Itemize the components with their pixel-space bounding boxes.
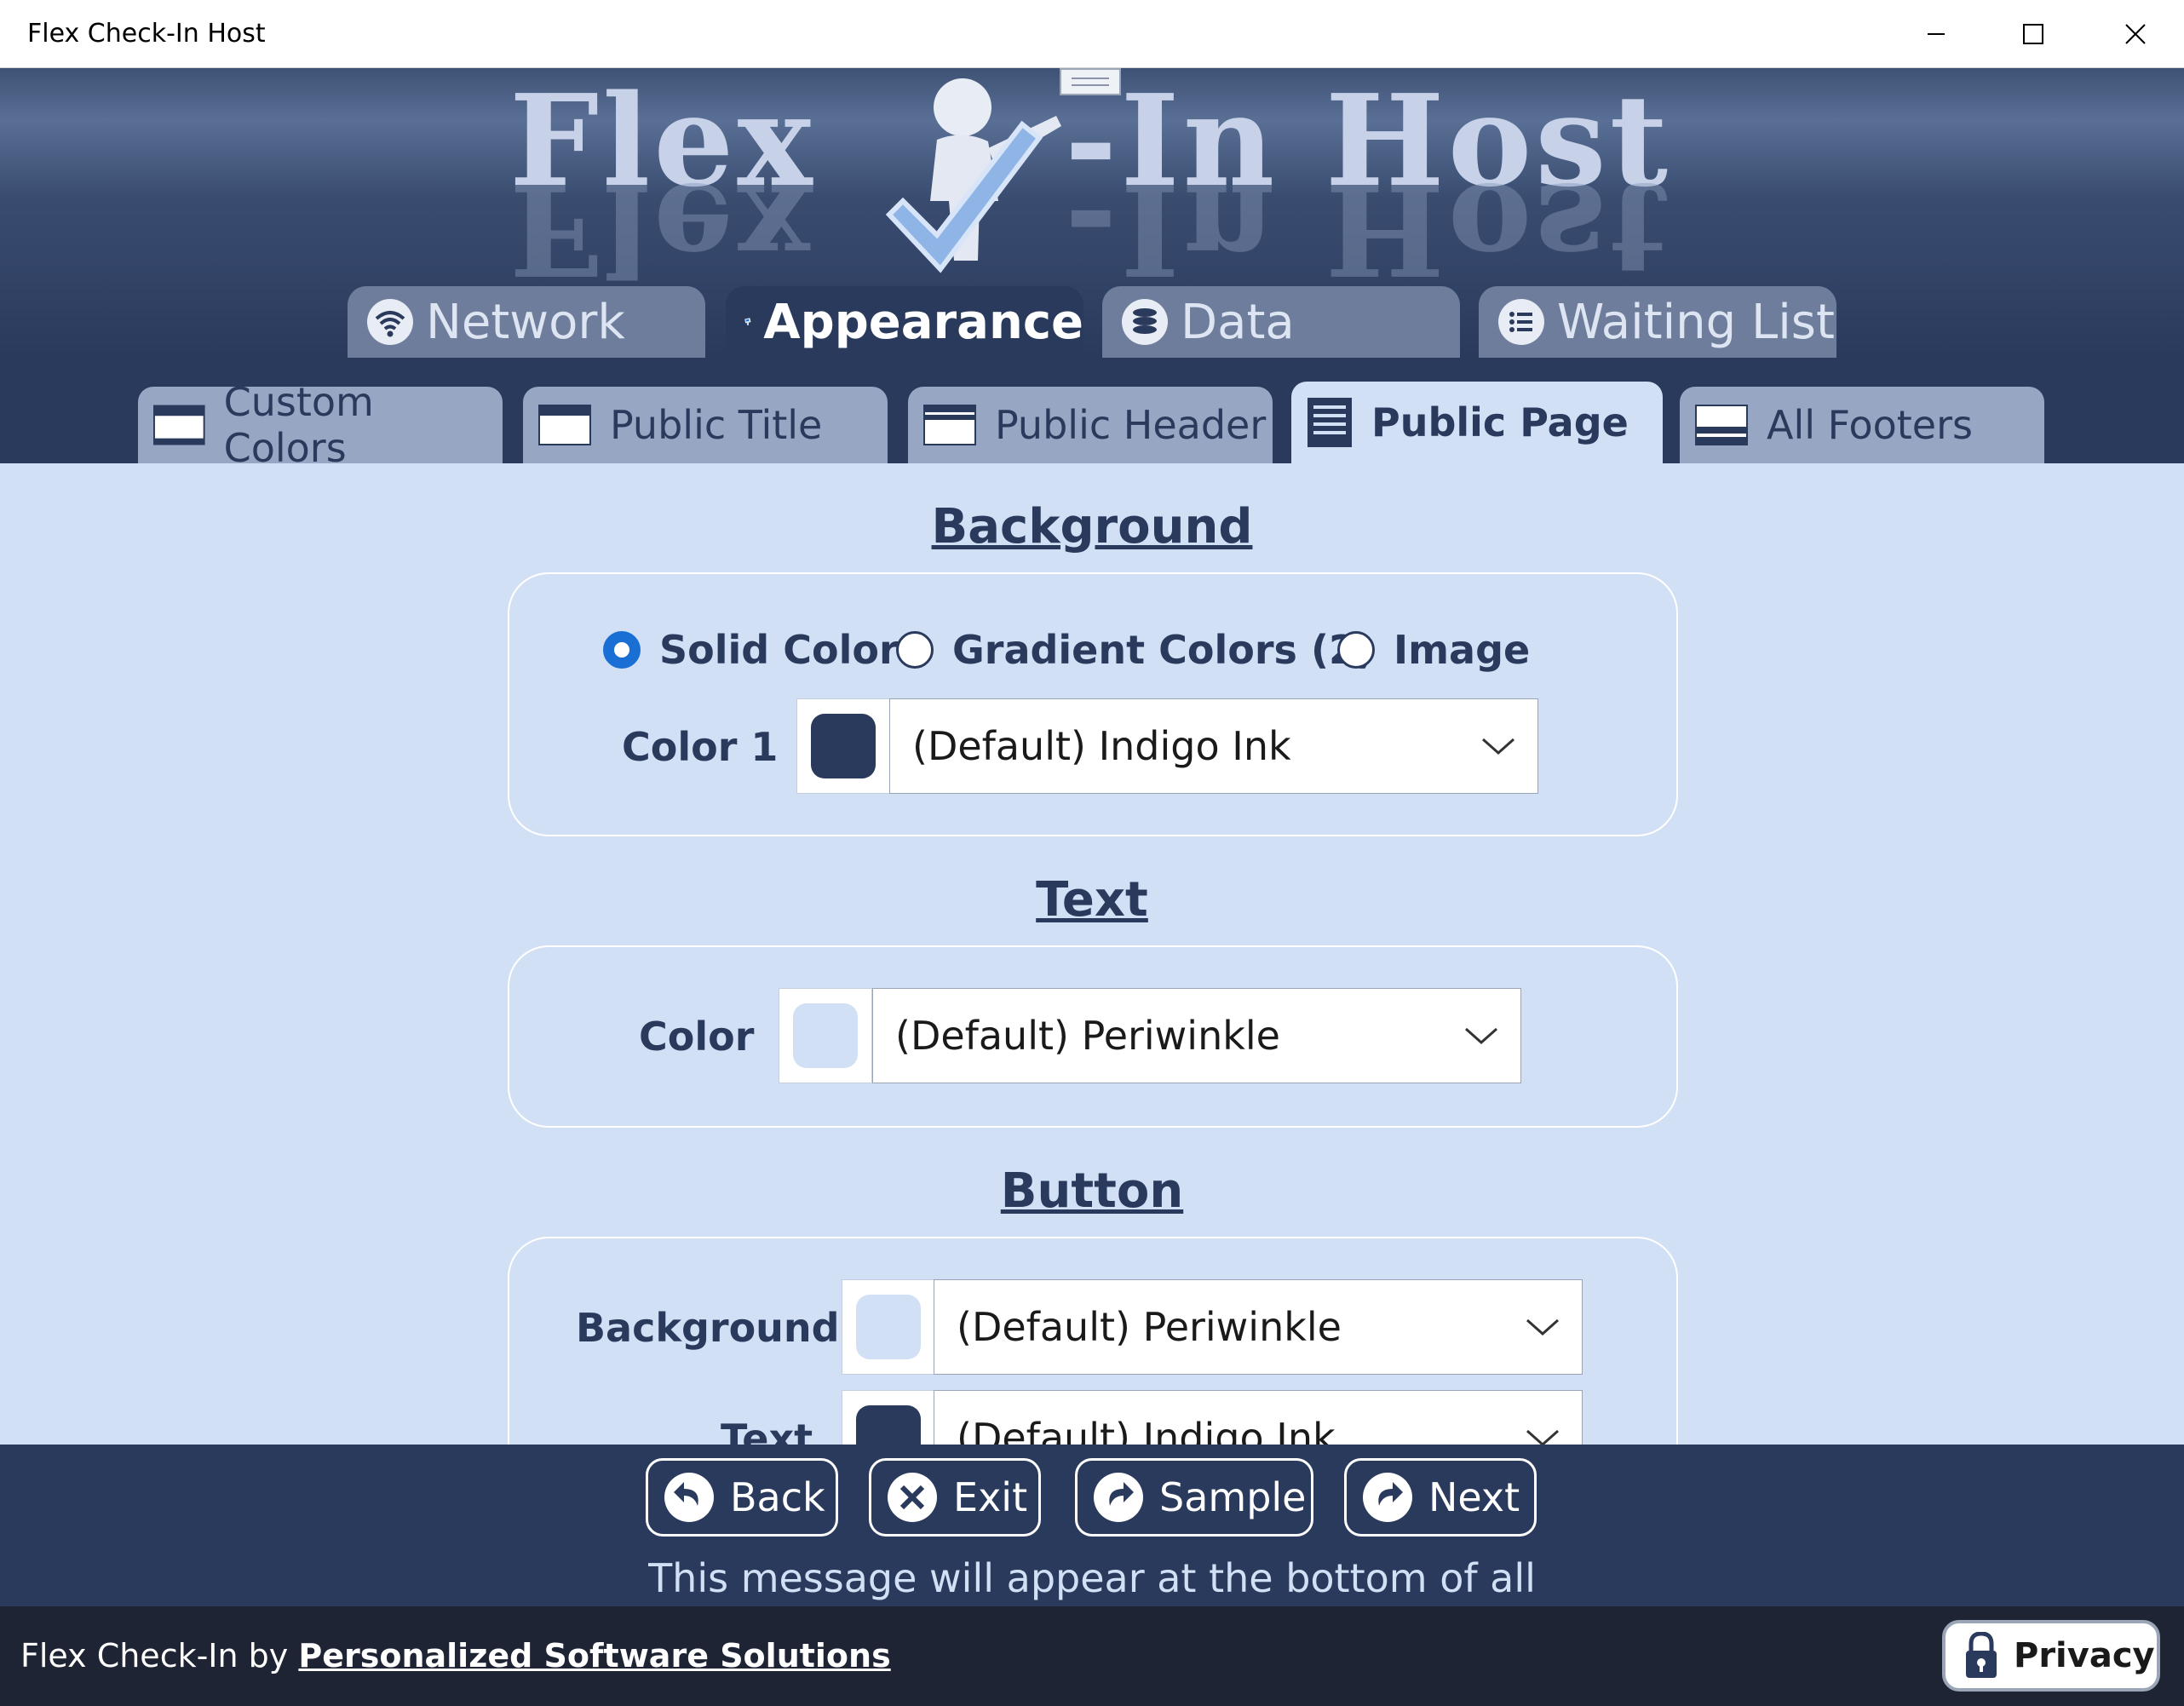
dropdown-value: (Default) Indigo Ink — [957, 1415, 1336, 1445]
lock-icon — [1966, 1632, 1997, 1678]
tab-label: Public Header — [995, 402, 1267, 448]
sign-icon — [1060, 68, 1121, 95]
tab-label: Appearance — [763, 294, 1083, 350]
tab-label: Public Page — [1371, 399, 1629, 445]
settings-content: Background Solid Color Gradient Colors (… — [0, 463, 2184, 1445]
mascot-checkmark-icon — [885, 78, 1061, 273]
window-layout-icon — [538, 405, 591, 445]
tab-data[interactable]: Data — [1102, 286, 1460, 358]
button-background-label: Background — [576, 1305, 840, 1351]
text-color-dropdown[interactable]: (Default) Periwinkle — [872, 988, 1521, 1083]
button-background-dropdown[interactable]: (Default) Periwinkle — [934, 1279, 1583, 1375]
color1-dropdown[interactable]: (Default) Indigo Ink — [889, 698, 1538, 794]
close-button[interactable] — [2087, 0, 2184, 68]
exit-button[interactable]: Exit — [869, 1458, 1041, 1537]
dropdown-value: (Default) Periwinkle — [895, 1013, 1280, 1059]
next-button[interactable]: Next — [1344, 1458, 1537, 1537]
color-swatch — [811, 714, 876, 778]
chevron-down-icon — [1465, 1027, 1497, 1045]
page-layout-icon — [1308, 398, 1352, 447]
tab-label: Waiting List — [1557, 294, 1835, 350]
chevron-down-icon — [1526, 1429, 1559, 1445]
color-swatch — [856, 1405, 921, 1445]
radio-label: Gradient Colors (2) — [952, 627, 1374, 673]
forward-arrow-icon — [1094, 1473, 1143, 1522]
window-layout-icon — [153, 405, 205, 445]
button-label: Exit — [953, 1474, 1028, 1520]
forward-arrow-icon — [1363, 1473, 1412, 1522]
maximize-button[interactable] — [1985, 0, 2082, 68]
company-link[interactable]: Personalized Software Solutions — [298, 1637, 890, 1674]
radio-solid-color[interactable]: Solid Color — [603, 627, 899, 673]
background-section-title: Background — [931, 499, 1253, 554]
tab-label: Custom Colors — [223, 379, 374, 471]
back-arrow-icon — [664, 1473, 714, 1522]
dropdown-value: (Default) Periwinkle — [957, 1304, 1342, 1350]
credit-text: Flex Check-In by Personalized Software S… — [20, 1637, 891, 1674]
tab-label: Public Title — [610, 402, 823, 448]
button-text-swatch-button[interactable] — [842, 1390, 935, 1445]
color-swatch — [856, 1295, 921, 1359]
text-section-title: Text — [1036, 872, 1148, 928]
credit-prefix: Flex Check-In by — [20, 1637, 289, 1674]
tab-network[interactable]: Network — [348, 286, 705, 358]
button-label: Back — [730, 1474, 825, 1520]
text-color-swatch-button[interactable] — [779, 988, 872, 1083]
color1-label: Color 1 — [622, 724, 779, 770]
wifi-icon — [367, 299, 413, 345]
tab-all-footers[interactable]: All Footers — [1680, 387, 2044, 463]
minimize-icon — [1928, 33, 1945, 35]
close-circle-icon — [888, 1473, 937, 1522]
window-title: Flex Check-In Host — [27, 19, 266, 49]
back-button[interactable]: Back — [646, 1458, 838, 1537]
window-layout-icon — [1695, 405, 1748, 445]
tab-label: Network — [426, 294, 625, 350]
tab-public-page[interactable]: Public Page — [1291, 382, 1663, 463]
tab-label: All Footers — [1767, 402, 1973, 448]
text-color-label: Color — [639, 1014, 755, 1060]
window-layout-icon — [923, 405, 976, 445]
button-text-label: Text — [721, 1416, 813, 1445]
radio-image[interactable]: Image — [1337, 627, 1530, 673]
button-label: Next — [1428, 1474, 1520, 1520]
button-text-dropdown[interactable]: (Default) Indigo Ink — [934, 1390, 1583, 1445]
button-background-swatch-button[interactable] — [842, 1279, 935, 1375]
title-bar — [0, 0, 2184, 68]
sample-button[interactable]: Sample — [1075, 1458, 1313, 1537]
radio-indicator — [896, 631, 934, 669]
database-icon — [1122, 299, 1168, 345]
tab-custom-colors[interactable]: Custom Colors — [138, 379, 503, 471]
radio-label: Solid Color — [659, 627, 899, 673]
tab-label: Data — [1181, 294, 1295, 350]
tab-appearance[interactable]: Appearance — [726, 286, 1083, 358]
color-swatch — [793, 1003, 858, 1068]
radio-indicator — [1337, 631, 1375, 669]
button-section-title: Button — [1000, 1163, 1184, 1219]
minimize-button[interactable] — [1888, 0, 1985, 68]
maximize-icon — [2023, 24, 2043, 44]
privacy-button[interactable]: Privacy — [1942, 1620, 2160, 1692]
radio-gradient-colors[interactable]: Gradient Colors (2) — [896, 627, 1374, 673]
dropdown-value: (Default) Indigo Ink — [912, 723, 1291, 769]
button-label: Sample — [1159, 1474, 1307, 1520]
logo-reflection-left: Flex — [509, 155, 816, 303]
radio-label: Image — [1394, 627, 1531, 673]
tab-waiting-list[interactable]: Waiting List — [1479, 286, 1836, 358]
logo-reflection-right: -In Host — [1065, 155, 1672, 303]
chevron-down-icon — [1526, 1318, 1559, 1336]
close-icon — [2125, 24, 2146, 44]
tab-public-header[interactable]: Public Header — [908, 387, 1273, 463]
chevron-down-icon — [1482, 738, 1514, 755]
radio-indicator — [603, 631, 641, 669]
footer-message: This message will appear at the bottom o… — [0, 1550, 2184, 1606]
tab-public-title[interactable]: Public Title — [523, 387, 888, 463]
button-label: Privacy — [2014, 1636, 2155, 1675]
list-icon — [1498, 299, 1544, 345]
color1-swatch-button[interactable] — [796, 698, 890, 794]
kiosk-icon — [744, 318, 751, 325]
